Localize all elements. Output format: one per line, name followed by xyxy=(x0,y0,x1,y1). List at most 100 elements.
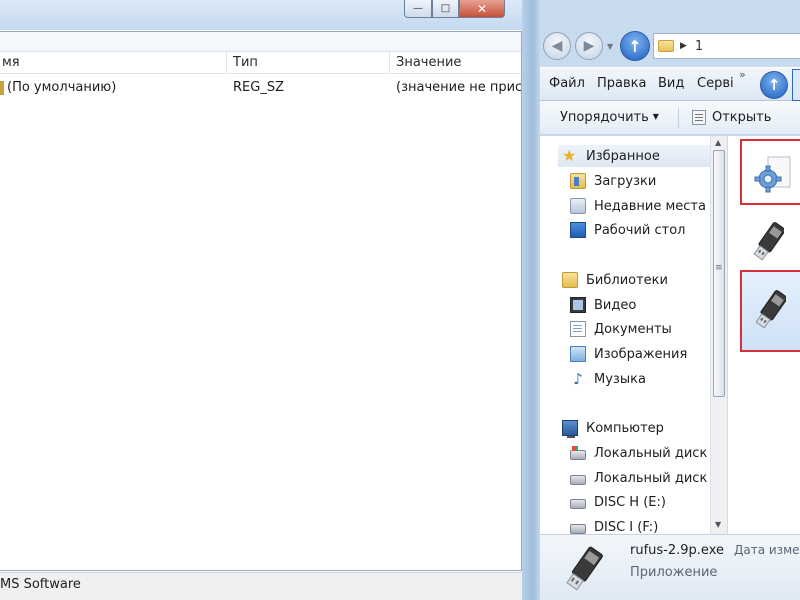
downloads-folder-icon xyxy=(570,173,586,189)
forward-button[interactable]: ▶ xyxy=(575,32,603,60)
nav-group-label: Библиотеки xyxy=(586,272,668,288)
hard-drive-icon xyxy=(570,499,586,509)
organize-label: Упорядочить xyxy=(560,110,649,125)
hard-drive-icon xyxy=(570,475,586,485)
menu-edit[interactable]: Правка xyxy=(597,76,646,91)
file-item-rufus[interactable] xyxy=(740,270,800,352)
nav-item-label: Загрузки xyxy=(594,173,657,189)
organize-button[interactable]: Упорядочить ▼ xyxy=(560,110,659,125)
nav-group-label: Компьютер xyxy=(586,420,664,436)
toolbar-button-edge[interactable] xyxy=(792,69,800,101)
value-type-cell: REG_SZ xyxy=(233,80,284,95)
file-item-usb-1[interactable] xyxy=(740,210,800,276)
navigation-pane: ★ Избранное Загрузки Недавние места Рабо… xyxy=(540,136,727,535)
menu-bar: Файл Правка Вид Серві » ↑ xyxy=(540,67,800,101)
open-document-icon xyxy=(692,110,706,125)
values-column-header: мя Тип Значение xyxy=(0,52,521,74)
value-name-text: (По умолчанию) xyxy=(7,80,117,95)
usb-drive-icon xyxy=(755,290,786,329)
nav-item-downloads[interactable]: Загрузки xyxy=(570,170,656,192)
value-name-cell: (По умолчанию) xyxy=(0,78,227,98)
up-button[interactable]: ↑ xyxy=(620,31,650,61)
folder-icon xyxy=(658,40,674,52)
nav-favorites[interactable]: ★ Избранное xyxy=(558,145,710,167)
vertical-scroll-thumb[interactable] xyxy=(713,150,725,397)
details-file-name: rufus-2.9p.exe xyxy=(630,543,724,558)
back-arrow-icon: ◀ xyxy=(551,38,563,54)
open-button[interactable]: Открыть xyxy=(692,110,771,125)
status-bar: MS Software xyxy=(0,572,530,600)
nav-item-documents[interactable]: Документы xyxy=(570,318,672,340)
dropdown-caret-icon: ▼ xyxy=(652,112,659,121)
column-type-header[interactable]: Тип xyxy=(227,52,390,74)
system-drive-icon xyxy=(570,446,586,460)
registry-editor-window: — □ ✕ мя Тип Значение (По умолчанию) REG… xyxy=(0,0,530,600)
file-item-settings[interactable] xyxy=(740,139,800,205)
file-list-pane xyxy=(728,136,800,534)
details-pane: rufus-2.9p.exe Дата изме Приложение xyxy=(540,534,800,600)
menu-overflow-icon[interactable]: » xyxy=(739,68,746,81)
libraries-icon xyxy=(562,272,578,288)
nav-group-label: Избранное xyxy=(586,148,660,164)
nav-item-local-disk-d[interactable]: Локальный диск (D xyxy=(570,467,727,489)
column-name-header[interactable]: мя xyxy=(0,52,227,74)
nav-item-label: Рабочий стол xyxy=(594,222,686,238)
desktop-icon xyxy=(570,222,586,238)
music-note-icon: ♪ xyxy=(573,370,583,388)
table-row[interactable]: (По умолчанию) REG_SZ (значение не присе xyxy=(0,78,521,98)
nav-item-desktop[interactable]: Рабочий стол xyxy=(570,219,685,241)
nav-item-label: Документы xyxy=(594,321,672,337)
nav-item-recent-places[interactable]: Недавние места xyxy=(570,195,706,217)
nav-item-label: DISC I (F:) xyxy=(594,519,659,535)
menu-service[interactable]: Серві xyxy=(697,76,734,91)
forward-arrow-icon: ▶ xyxy=(583,38,595,54)
nav-item-music[interactable]: ♪ Музыка xyxy=(570,368,646,390)
computer-icon xyxy=(562,420,578,438)
value-data-cell: (значение не присе xyxy=(396,80,521,95)
nav-item-label: Видео xyxy=(594,297,637,313)
window-controls: — □ ✕ xyxy=(404,0,505,20)
nav-item-label: Музыка xyxy=(594,371,646,387)
video-icon xyxy=(570,297,586,313)
column-value-header[interactable]: Значение xyxy=(390,52,521,74)
nav-item-label: Локальный диск (D xyxy=(594,470,727,486)
nav-item-label: DISC H (E:) xyxy=(594,494,666,510)
nav-item-images[interactable]: Изображения xyxy=(570,343,687,365)
usb-drive-icon xyxy=(753,222,784,261)
registry-values-pane: мя Тип Значение (По умолчанию) REG_SZ (з… xyxy=(0,31,522,599)
menu-file[interactable]: Файл xyxy=(549,76,585,91)
nav-item-local-disk-c[interactable]: Локальный диск (С xyxy=(570,442,726,464)
navigation-scrollbar[interactable]: ▲ ▼ xyxy=(710,136,727,534)
back-button[interactable]: ◀ xyxy=(543,32,571,60)
breadcrumb-segment[interactable]: 1 xyxy=(695,39,703,54)
close-button[interactable]: ✕ xyxy=(459,0,505,18)
registry-title-bar: — □ ✕ xyxy=(0,0,530,30)
toolbar-separator xyxy=(678,108,679,128)
settings-file-icon xyxy=(754,156,791,193)
nav-item-disc-h[interactable]: DISC H (E:) xyxy=(570,491,666,513)
breadcrumb-separator-icon[interactable]: ▶ xyxy=(680,41,687,51)
maximize-button[interactable]: □ xyxy=(432,0,459,18)
window-frame-divider xyxy=(522,0,540,600)
pane-top-strip xyxy=(0,32,521,52)
history-dropdown-icon[interactable]: ▼ xyxy=(607,42,613,51)
nav-item-video[interactable]: Видео xyxy=(570,294,636,316)
scroll-down-arrow-icon[interactable]: ▼ xyxy=(715,520,721,529)
address-input[interactable]: ▶ 1 xyxy=(653,33,800,59)
nav-computer[interactable]: Компьютер xyxy=(562,417,664,439)
menu-view[interactable]: Вид xyxy=(658,76,684,91)
recent-places-icon xyxy=(570,198,586,214)
up-level-button[interactable]: ↑ xyxy=(760,71,788,99)
nav-item-label: Локальный диск (С xyxy=(594,445,726,461)
details-date-label: Дата изме xyxy=(734,543,800,557)
scroll-up-arrow-icon[interactable]: ▲ xyxy=(715,138,721,147)
minimize-button[interactable]: — xyxy=(404,0,432,18)
up-arrow-icon: ↑ xyxy=(767,76,781,94)
open-label: Открыть xyxy=(712,110,772,125)
nav-item-label: Недавние места xyxy=(594,198,706,214)
images-icon xyxy=(570,346,586,362)
nav-libraries[interactable]: Библиотеки xyxy=(562,269,668,291)
star-icon: ★ xyxy=(562,146,577,165)
up-arrow-icon: ↑ xyxy=(628,36,642,56)
address-bar-row: ◀ ▶ ▼ ↑ ▶ 1 xyxy=(540,26,800,64)
